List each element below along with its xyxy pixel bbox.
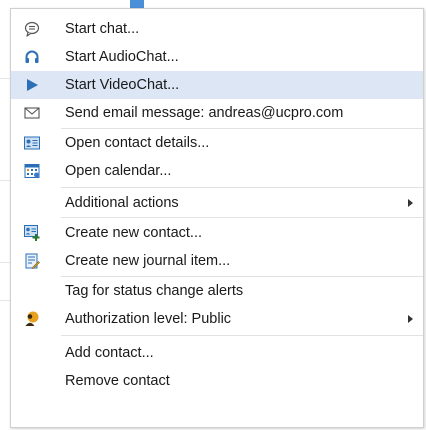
background-divider — [0, 78, 10, 79]
menu-item-open-contact-details[interactable]: Open contact details... — [11, 129, 423, 157]
new-contact-icon — [23, 224, 41, 242]
calendar-icon — [23, 162, 41, 180]
menu-item-label: Remove contact — [65, 373, 170, 389]
menu-item-add-contact[interactable]: Add contact... — [11, 339, 423, 367]
menu-item-label: Tag for status change alerts — [65, 283, 244, 299]
background-divider — [0, 300, 10, 301]
menu-item-open-calendar[interactable]: Open calendar... — [11, 157, 423, 185]
authorization-icon — [23, 310, 41, 328]
window-accent — [130, 0, 144, 8]
menu-item-label: Create new contact... — [65, 225, 203, 241]
menu-item-label: Additional actions — [65, 195, 179, 211]
menu-item-label: Open contact details... — [65, 135, 210, 151]
menu-item-label: Start VideoChat... — [65, 77, 180, 93]
menu-item-send-email[interactable]: Send email message: andreas@ucpro.com — [11, 99, 423, 127]
background-divider — [0, 262, 10, 263]
menu-item-label: Start AudioChat... — [65, 49, 179, 65]
menu-item-remove-contact[interactable]: Remove contact — [11, 367, 423, 395]
menu-item-label: Create new journal item... — [65, 253, 231, 269]
journal-icon — [23, 252, 41, 270]
menu-item-create-new-journal-item[interactable]: Create new journal item... — [11, 247, 423, 275]
menu-item-label: Open calendar... — [65, 163, 172, 179]
submenu-arrow-icon — [408, 315, 413, 323]
submenu-arrow-icon — [408, 199, 413, 207]
menu-item-authorization-level[interactable]: Authorization level: Public — [11, 305, 423, 333]
menu-item-tag-status-alerts[interactable]: Tag for status change alerts — [11, 277, 423, 305]
menu-item-label: Send email message: andreas@ucpro.com — [65, 105, 344, 121]
chat-bubble-icon — [23, 20, 41, 38]
envelope-icon — [23, 104, 41, 122]
menu-separator — [61, 217, 423, 218]
menu-item-label: Authorization level: Public — [65, 311, 232, 327]
menu-item-label: Add contact... — [65, 345, 154, 361]
headset-icon — [23, 48, 41, 66]
menu-item-create-new-contact[interactable]: Create new contact... — [11, 219, 423, 247]
menu-item-start-chat[interactable]: Start chat... — [11, 15, 423, 43]
menu-separator — [61, 335, 423, 336]
contact-card-icon — [23, 134, 41, 152]
background-divider — [0, 180, 10, 181]
menu-item-start-videochat[interactable]: Start VideoChat... — [11, 71, 423, 99]
context-menu: Start chat... Start AudioChat... Start V… — [10, 8, 424, 428]
play-icon — [23, 76, 41, 94]
menu-item-additional-actions[interactable]: Additional actions — [11, 189, 423, 217]
menu-separator — [61, 187, 423, 188]
menu-item-start-audiochat[interactable]: Start AudioChat... — [11, 43, 423, 71]
menu-item-label: Start chat... — [65, 21, 140, 37]
